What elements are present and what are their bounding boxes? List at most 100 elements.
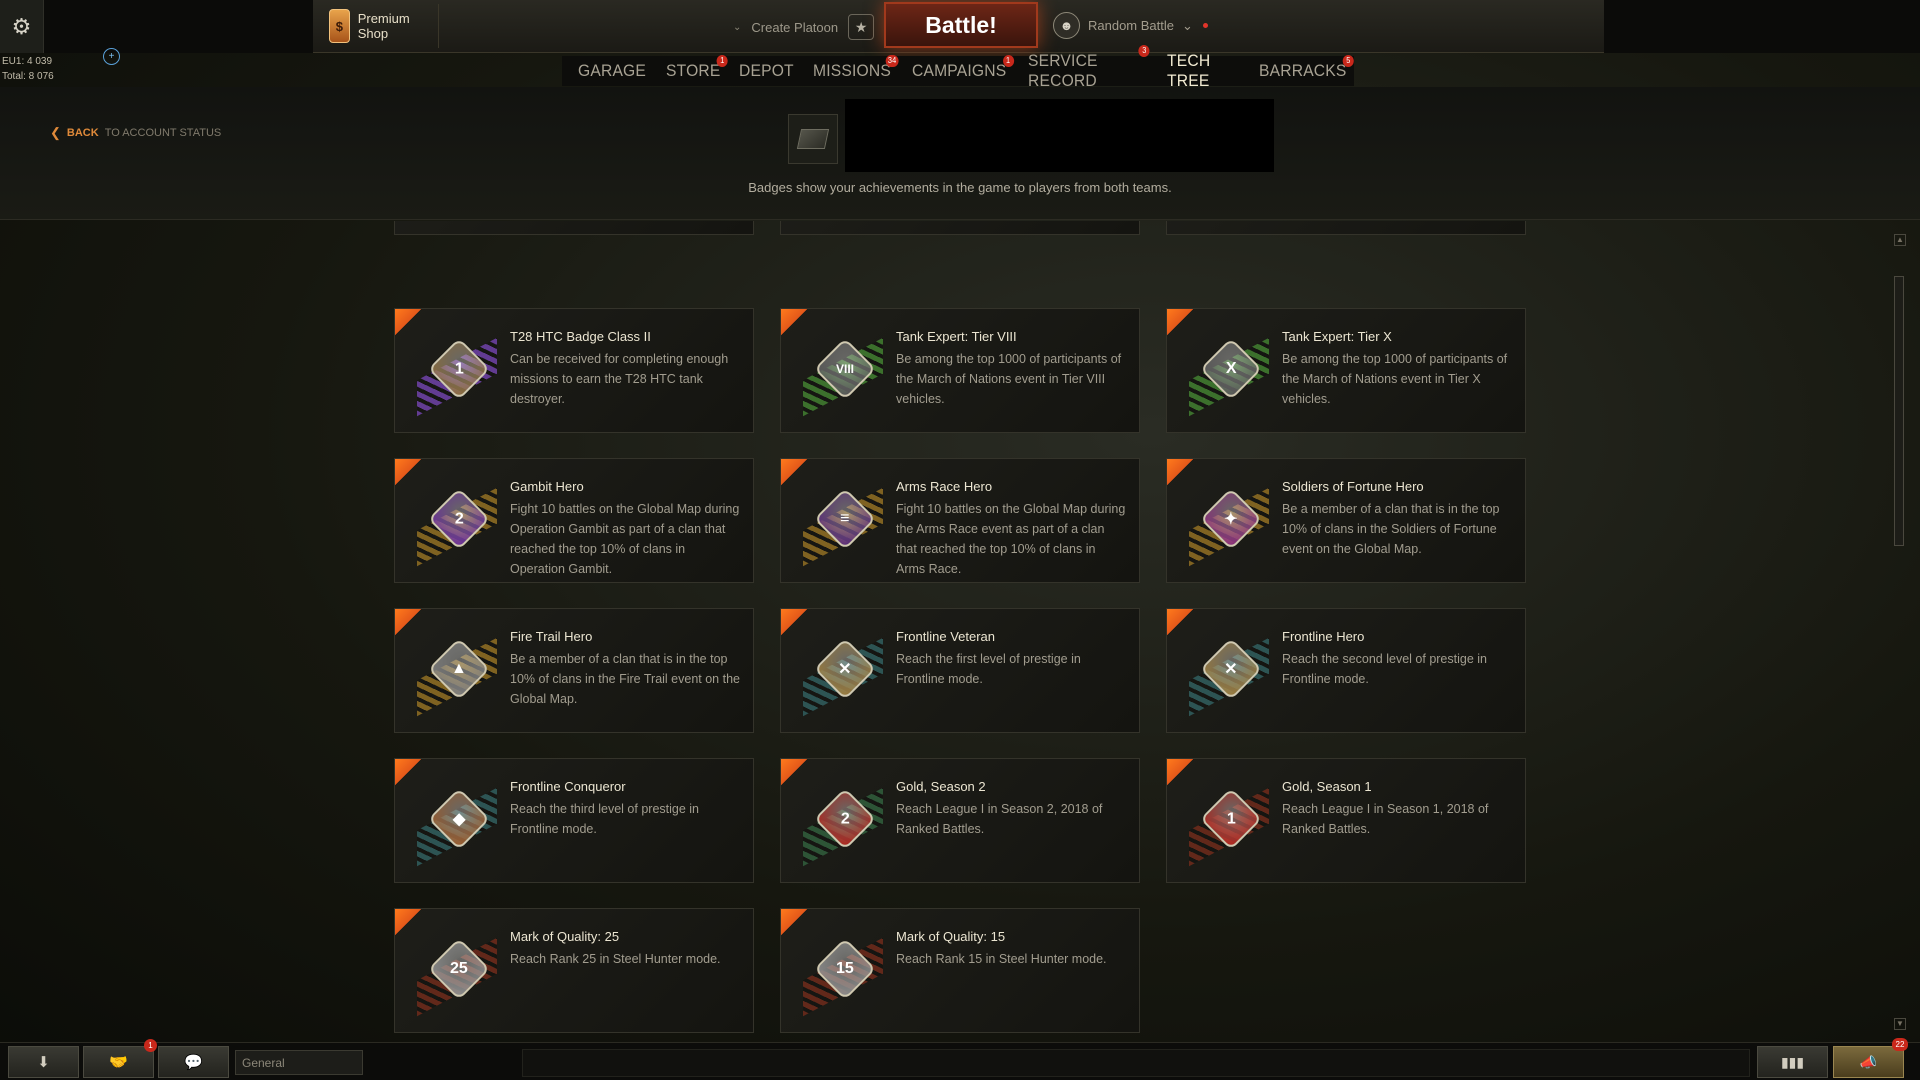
badge-medal-label: X (1225, 359, 1237, 377)
badge-medal-label: 1 (454, 360, 464, 377)
back-label: BACK (66, 127, 99, 139)
premium-shop-button[interactable]: $ Premium Shop (321, 4, 439, 48)
badge-description: Reach Rank 15 in Steel Hunter mode. (896, 952, 1107, 966)
badge-card[interactable]: ✕ Frontline Veteran Reach the first level … (780, 608, 1140, 733)
friends-button[interactable]: 🤝 1 (83, 1039, 157, 1078)
badge-description: Reach the third level of prestige in Fro… (510, 802, 699, 836)
account-line-server: EU1: 4 039 (2, 56, 53, 67)
badge-title: Mark of Quality: 25 (510, 929, 620, 944)
badge-card[interactable]: missions to earn the Object 260 heavy ta… (394, 221, 754, 235)
badge-medal-label: ≡ (840, 510, 850, 527)
badge-card[interactable]: ◆ Frontline Conqueror Reach the third leve… (394, 758, 754, 883)
scrollbar[interactable]: ▲ ▼ (1894, 234, 1906, 1030)
badge-medal-label: ◆ (452, 811, 466, 828)
badge-description: Fight 10 battles on the Global Map durin… (510, 502, 740, 576)
new-indicator-dot (1202, 23, 1208, 28)
badge-title: Soldiers of Fortune Hero (1282, 479, 1424, 494)
nav-item-label: GARAGE (578, 61, 647, 80)
selected-badge-slot[interactable] (788, 114, 838, 164)
badge-card[interactable]: X Tank Expert: Tier X Be among the top 100… (1166, 308, 1526, 433)
stats-button[interactable]: ▮▮▮ (1757, 1046, 1828, 1078)
plus-icon[interactable]: + (103, 48, 120, 65)
chat-bubbles-icon: 💬 (184, 1054, 203, 1071)
badge-medal-label: ✕ (838, 661, 852, 678)
badge-card[interactable]: ✕ Frontline Hero Reach the second level of… (1166, 608, 1526, 733)
badge-card[interactable]: ✦ Soldiers of Fortune Hero Be a member of … (1166, 458, 1526, 583)
nav-item-badge: 1 (716, 55, 728, 67)
badge-title: Frontline Conqueror (510, 779, 626, 794)
badge-description: Be among the top 1000 of participants of… (1282, 352, 1508, 406)
megaphone-icon: 📣 (1859, 1053, 1878, 1070)
badge-description: Reach the second level of prestige in Fr… (1282, 652, 1487, 686)
badge-title: Mark of Quality: 15 (896, 929, 1006, 944)
badge-title: Fire Trail Hero (510, 629, 593, 644)
badge-emblem-icon: 1 (1189, 779, 1269, 867)
badge-medal-label: 2 (454, 510, 464, 527)
badge-card[interactable]: missions to earn the T 55A medium tank. (780, 221, 1140, 235)
badge-medal-label: 25 (450, 959, 468, 977)
nav-item-store[interactable]: STORE 1 (666, 55, 728, 81)
nav-item-barracks[interactable]: BARRACKS 5 (1258, 55, 1354, 81)
notifications-badge: 22 (1892, 1038, 1908, 1051)
badge-title: T28 HTC Badge Class II (510, 329, 651, 344)
top-bar: ⚙ $ Premium Shop ⌄ Create Platoon ★ Batt… (0, 0, 1920, 53)
badge-medal-label: 15 (836, 959, 854, 977)
top-center-panel: $ Premium Shop ⌄ Create Platoon ★ Battle… (313, 0, 1604, 53)
nav-item-campaigns[interactable]: CAMPAIGNS 1 (912, 55, 1014, 81)
badge-description: Can be received for completing enough mi… (510, 352, 729, 406)
shopping-bag-icon: $ (329, 9, 350, 43)
nav-item-service-record[interactable]: SERVICE RECORD 3 (1028, 45, 1150, 91)
badge-card[interactable]: VIII Tank Expert: Tier VIII Be among the t… (780, 308, 1140, 433)
badge-card[interactable]: 1 T28 HTC Badge Class II Can be received f… (394, 308, 754, 433)
settings-button[interactable]: ⚙ (0, 0, 44, 53)
scroll-thumb[interactable] (1894, 276, 1904, 546)
badge-emblem-icon: X (1189, 329, 1269, 417)
gear-icon: ⚙ (11, 13, 32, 39)
back-link[interactable]: ❮ BACK TO ACCOUNT STATUS (50, 125, 221, 141)
scroll-up-icon[interactable]: ▲ (1894, 234, 1906, 246)
badge-card[interactable]: 2 Gold, Season 2 Reach League I in Season … (780, 758, 1140, 883)
notifications-button[interactable]: 📣 22 (1833, 1038, 1908, 1078)
badge-description: Be among the top 1000 of participants of… (896, 352, 1122, 406)
chat-button[interactable]: 💬 (158, 1046, 229, 1078)
news-ticker (522, 1049, 1750, 1077)
battle-button[interactable]: Battle! (884, 2, 1038, 48)
back-destination: TO ACCOUNT STATUS (104, 127, 222, 139)
badge-card[interactable]: 2 Gambit Hero Fight 10 battles on the Glob… (394, 458, 754, 583)
nav-item-tech-tree[interactable]: TECH TREE (1167, 51, 1239, 91)
scroll-down-icon[interactable]: ▼ (1894, 1018, 1906, 1030)
contacts-button[interactable]: ⬇ (8, 1046, 79, 1078)
badges-header: ❮ BACK TO ACCOUNT STATUS Badges show you… (0, 87, 1920, 220)
nav-item-label: SERVICE RECORD (1028, 51, 1098, 90)
badge-title: Gambit Hero (510, 479, 584, 494)
nav-item-label: BARRACKS (1258, 61, 1347, 80)
badge-card[interactable]: 15 Mark of Quality: 15 Reach Rank 15 in St… (780, 908, 1140, 1033)
badge-emblem-icon: ✕ (803, 629, 883, 717)
badge-card[interactable]: ▲ Fire Trail Hero Be a member of a clan th… (394, 608, 754, 733)
nav-item-depot[interactable]: DEPOT (739, 61, 794, 81)
nav-item-badge: 1 (1002, 55, 1014, 67)
badge-emblem-icon: ◆ (417, 779, 497, 867)
badge-title: Arms Race Hero (896, 479, 993, 494)
random-battle-icon: ☻ (1053, 12, 1080, 39)
badge-medal-label: 1 (1226, 810, 1236, 827)
badge-card[interactable]: 25 Mark of Quality: 25 Reach Rank 25 in St… (394, 908, 754, 1033)
nav-item-label: TECH TREE (1166, 51, 1210, 90)
badge-description: Reach League I in Season 2, 2018 of Rank… (896, 802, 1103, 836)
chat-channel-field[interactable]: General (235, 1050, 363, 1075)
nav-item-label: MISSIONS (812, 61, 891, 80)
badge-description: Reach League I in Season 1, 2018 of Rank… (1282, 802, 1489, 836)
nav-item-garage[interactable]: GARAGE (578, 61, 646, 81)
badge-description: Be a member of a clan that is in the top… (510, 652, 740, 706)
badge-card[interactable]: missions to earn the StuG IV tank destro… (1166, 221, 1526, 235)
badge-title: Tank Expert: Tier VIII (896, 329, 1017, 344)
badge-card[interactable]: ≡ Arms Race Hero Fight 10 battles on the G… (780, 458, 1140, 583)
badge-emblem-icon: 1 (417, 329, 497, 417)
create-platoon-button[interactable]: ⌄ Create Platoon ★ (733, 14, 875, 40)
badge-card[interactable]: 1 Gold, Season 1 Reach League I in Season … (1166, 758, 1526, 883)
nav-item-missions[interactable]: MISSIONS 34 (812, 55, 899, 81)
account-summary: EU1: 4 039 Total: 8 076 + (2, 48, 120, 84)
battle-mode-selector[interactable]: ☻ Random Battle ⌄ (1053, 12, 1208, 39)
badges-grid: missions to earn the Object 260 heavy ta… (0, 221, 1920, 1041)
badge-emblem-icon: ▲ (417, 629, 497, 717)
